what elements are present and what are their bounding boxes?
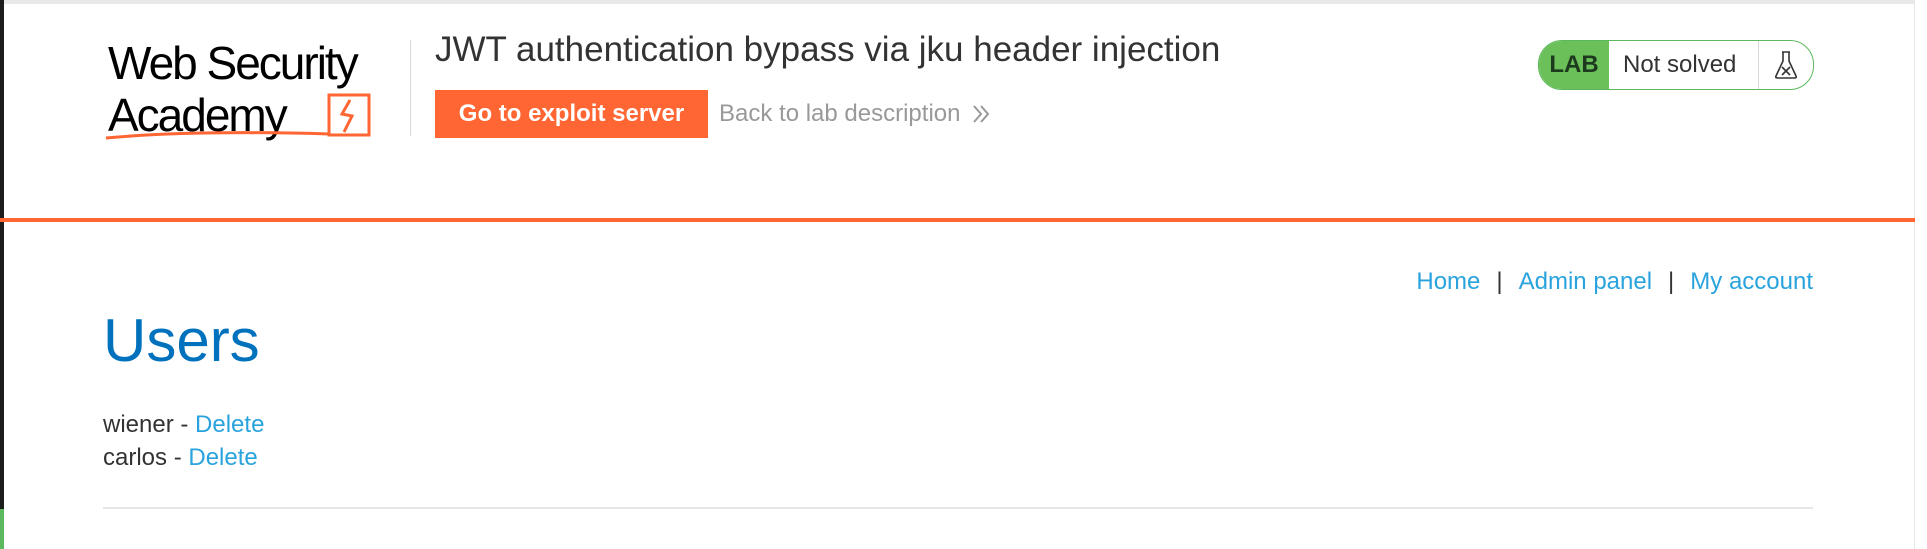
- academy-logo[interactable]: Web Security Academy: [104, 40, 410, 150]
- window-edge-accent: [0, 509, 4, 549]
- header-separator: [0, 218, 1915, 222]
- lab-status-text: Not solved: [1609, 41, 1759, 89]
- lab-badge: LAB: [1539, 41, 1609, 89]
- nav-admin-panel-link[interactable]: Admin panel: [1519, 268, 1652, 296]
- delete-user-link[interactable]: Delete: [195, 411, 264, 438]
- delete-user-link[interactable]: Delete: [188, 444, 257, 471]
- user-list: wiener - Delete carlos - Delete: [103, 408, 264, 474]
- flask-icon: [1759, 41, 1813, 89]
- separator-dash: -: [180, 411, 189, 438]
- scrollbar[interactable]: [1914, 0, 1927, 549]
- content-divider: [103, 507, 1813, 509]
- double-chevron-right-icon: [972, 103, 990, 125]
- lab-header: Web Security Academy JWT authentication …: [0, 4, 1915, 220]
- nav-home-link[interactable]: Home: [1416, 268, 1480, 296]
- list-item: wiener - Delete: [103, 408, 264, 441]
- nav-separator: |: [1496, 268, 1503, 295]
- header-divider: [410, 40, 411, 136]
- list-item: carlos - Delete: [103, 441, 264, 474]
- back-to-lab-description-link[interactable]: Back to lab description: [719, 100, 990, 128]
- logo-text-line1: Web Security: [108, 37, 359, 89]
- lab-title: JWT authentication bypass via jku header…: [435, 30, 1221, 69]
- username: carlos: [103, 444, 168, 471]
- logo-underline-icon: [105, 131, 331, 140]
- username: wiener: [103, 411, 174, 438]
- lab-status-widget: LAB Not solved: [1538, 40, 1814, 90]
- top-navigation: Home | Admin panel | My account: [1416, 268, 1813, 296]
- separator-dash: -: [173, 444, 182, 471]
- back-link-label: Back to lab description: [719, 100, 961, 127]
- page-title: Users: [103, 307, 260, 374]
- nav-separator: |: [1668, 268, 1675, 295]
- nav-my-account-link[interactable]: My account: [1690, 268, 1813, 296]
- go-to-exploit-server-button[interactable]: Go to exploit server: [435, 90, 708, 138]
